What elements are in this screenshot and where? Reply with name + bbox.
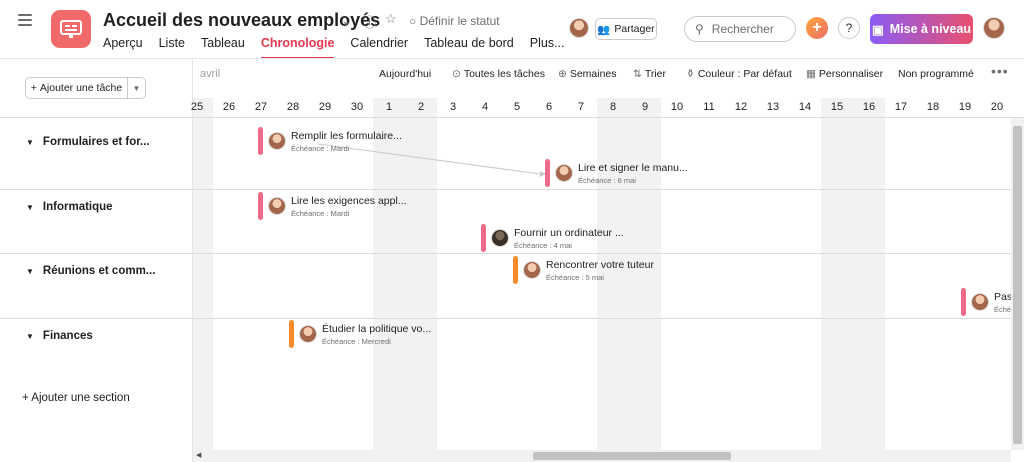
- task-due-date: Échéance : Mardi: [291, 209, 350, 218]
- task-due-date: Échéance : 4 mai: [514, 241, 572, 250]
- task-due-date: Échéance : 5 mai: [546, 273, 604, 282]
- scroll-thumb[interactable]: [1013, 126, 1022, 444]
- assignee-avatar: [491, 229, 509, 247]
- task-card[interactable]: Étudier la politique vo... Échéance : Me…: [289, 320, 439, 350]
- assignee-avatar: [555, 164, 573, 182]
- task-card[interactable]: Pass Éché: [961, 288, 1011, 318]
- task-due-date: Échéance : 6 mai: [578, 176, 636, 185]
- task-due-date: Échéance : Mardi: [291, 144, 350, 153]
- assignee-avatar: [523, 261, 541, 279]
- task-bar[interactable]: [289, 320, 294, 348]
- task-card[interactable]: Rencontrer votre tuteur Échéance : 5 mai: [513, 256, 663, 286]
- scroll-thumb[interactable]: [533, 452, 731, 460]
- assignee-avatar: [299, 325, 317, 343]
- task-card[interactable]: Fournir un ordinateur ... Échéance : 4 m…: [481, 224, 631, 254]
- task-bar[interactable]: [513, 256, 518, 284]
- task-card[interactable]: Lire les exigences appl... Échéance : Ma…: [258, 192, 408, 222]
- task-name: Pass: [994, 291, 1011, 303]
- assignee-avatar: [268, 197, 286, 215]
- task-bar[interactable]: [258, 192, 263, 220]
- scroll-left-icon[interactable]: ◀: [196, 451, 201, 459]
- task-name: Remplir les formulaire...: [291, 130, 402, 142]
- task-bar[interactable]: [545, 159, 550, 187]
- assignee-avatar: [971, 293, 989, 311]
- task-due-date: Éché: [994, 305, 1011, 314]
- horizontal-scrollbar[interactable]: ◀: [193, 450, 1011, 462]
- task-card[interactable]: Lire et signer le manu... Échéance : 6 m…: [545, 159, 695, 189]
- timeline-app: Accueil des nouveaux employés ⌄ ⓘ ☆ ○ Dé…: [0, 0, 1024, 462]
- task-card[interactable]: Remplir les formulaire... Échéance : Mar…: [258, 127, 408, 157]
- task-name: Lire et signer le manu...: [578, 162, 688, 174]
- task-name: Lire les exigences appl...: [291, 195, 407, 207]
- task-due-date: Échéance : Mercredi: [322, 337, 391, 346]
- task-bar[interactable]: [481, 224, 486, 252]
- task-bar[interactable]: [258, 127, 263, 155]
- assignee-avatar: [268, 132, 286, 150]
- task-name: Fournir un ordinateur ...: [514, 227, 624, 239]
- task-name: Rencontrer votre tuteur: [546, 259, 654, 271]
- task-name: Étudier la politique vo...: [322, 323, 432, 335]
- task-bar[interactable]: [961, 288, 966, 316]
- vertical-scrollbar[interactable]: [1011, 118, 1024, 450]
